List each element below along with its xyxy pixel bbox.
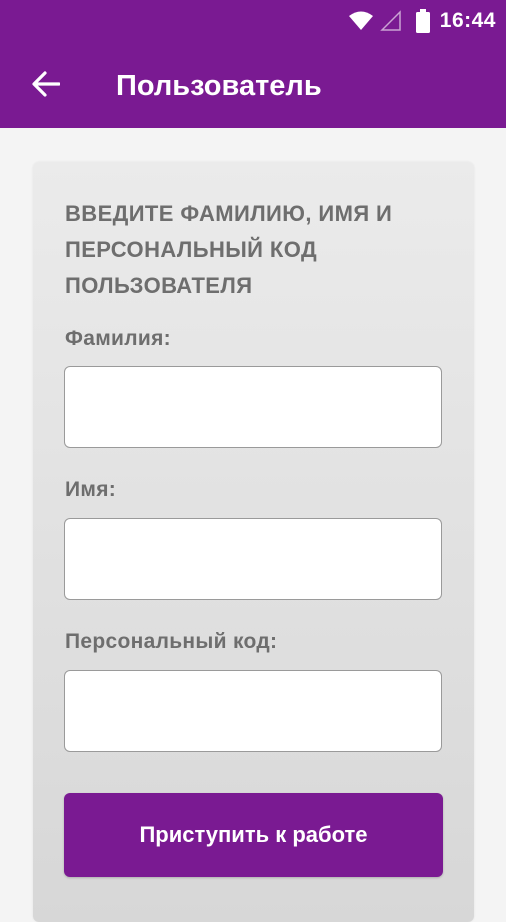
last-name-field[interactable] [64,366,442,448]
app-bar: Пользователь [0,44,506,128]
start-work-button[interactable]: Приступить к работе [64,793,443,877]
status-time: 16:44 [439,9,496,32]
status-icons: 16:44 [348,6,496,36]
user-form-card: ВВЕДИТЕ ФАМИЛИЮ, ИМЯ И ПЕРСОНАЛЬНЫЙ КОД … [33,162,474,922]
personal-code-field[interactable] [64,670,442,752]
form-instruction: ВВЕДИТЕ ФАМИЛИЮ, ИМЯ И ПЕРСОНАЛЬНЫЙ КОД … [65,201,393,298]
wifi-icon [348,10,374,32]
last-name-label: Фамилия: [65,327,171,350]
first-name-label: Имя: [65,478,117,501]
back-button[interactable] [22,62,70,110]
battery-icon [415,9,430,33]
signal-icon [379,10,402,32]
arrow-left-icon [32,70,61,102]
status-bar: 16:44 [0,0,506,44]
first-name-field[interactable] [64,518,442,600]
personal-code-label: Персональный код: [65,630,278,653]
page-title: Пользователь [116,70,322,102]
